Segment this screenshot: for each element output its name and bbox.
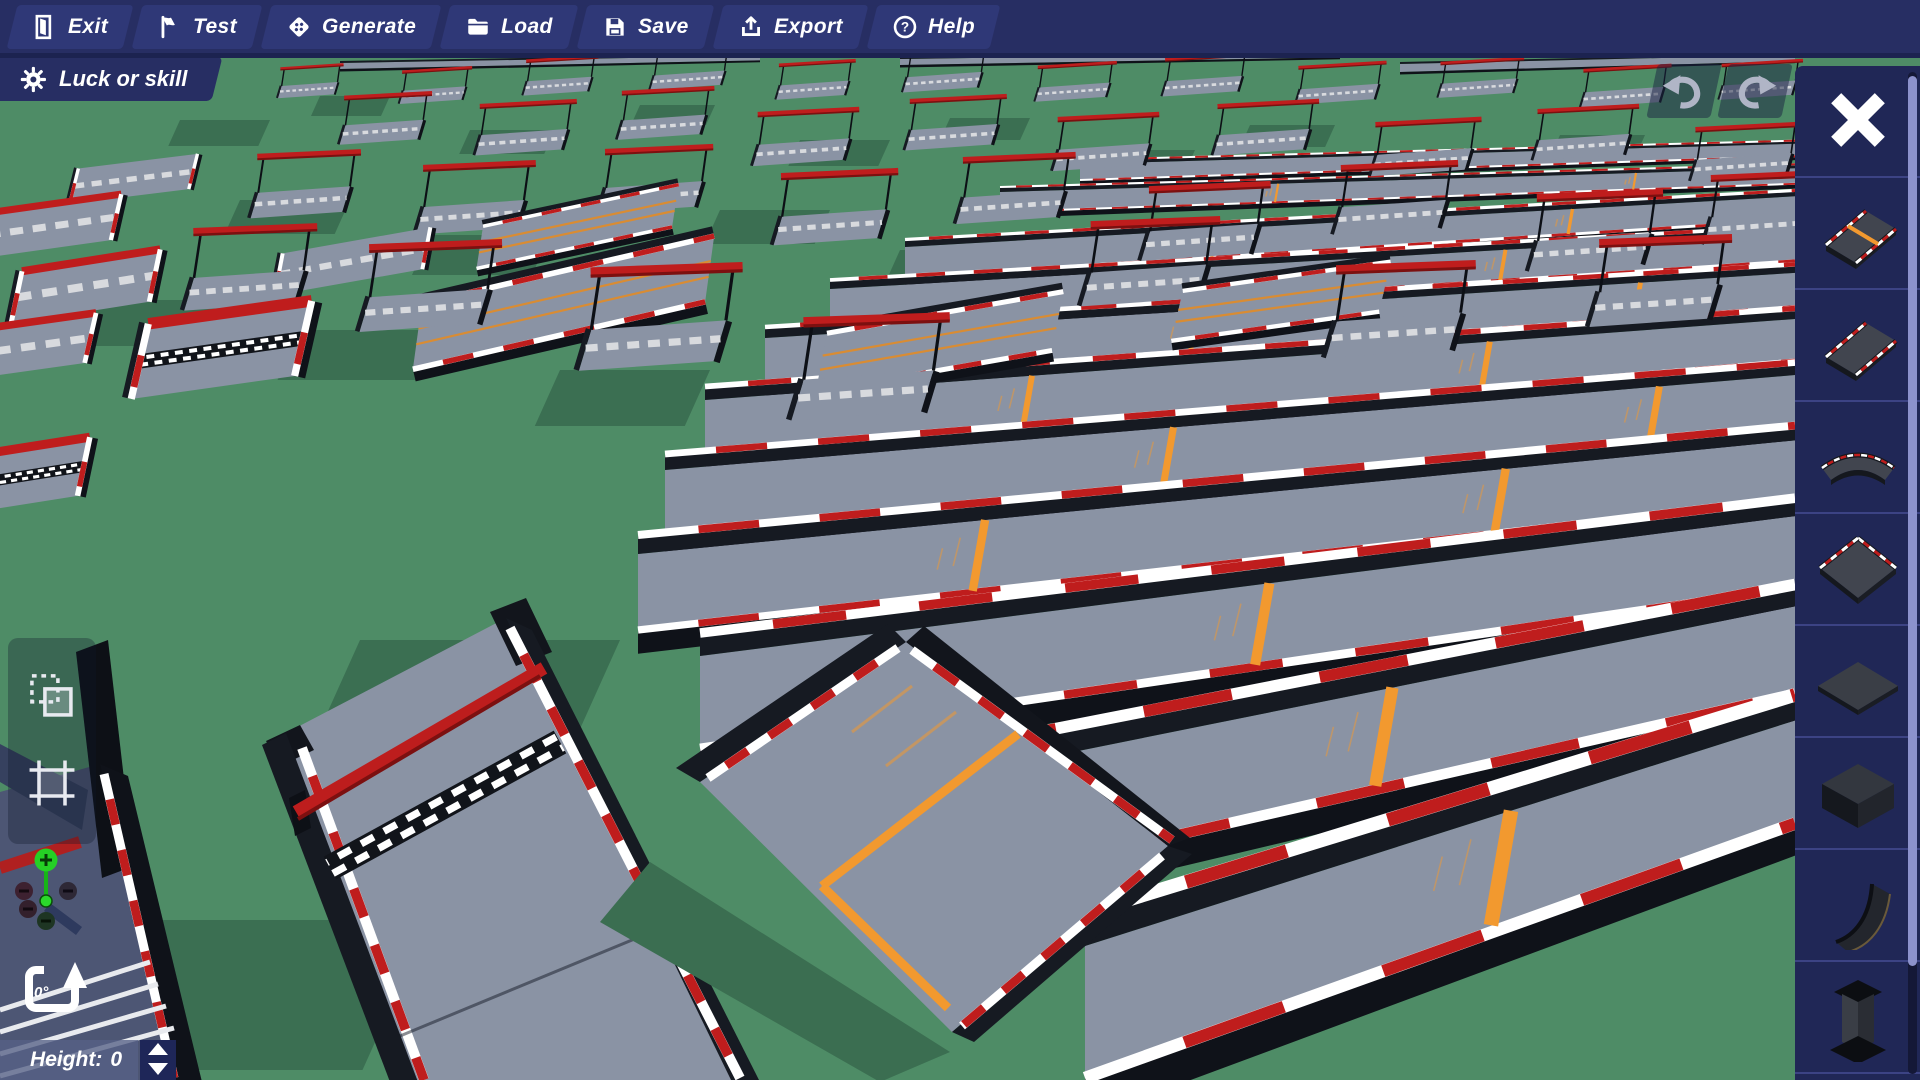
help-icon: ?: [892, 14, 918, 40]
height-bar: Height: 0: [0, 1040, 176, 1080]
door-icon: [32, 14, 58, 40]
piece-palette: [1795, 66, 1920, 1080]
save-button[interactable]: Save: [577, 5, 715, 49]
toolbar-button-label: Save: [638, 15, 689, 39]
undo-arrow-icon: [1661, 71, 1707, 111]
palette-tile-straight[interactable]: [1795, 290, 1920, 402]
palette-tile-ramp-curve[interactable]: [1795, 850, 1920, 962]
palette-tile-pillar[interactable]: [1795, 962, 1920, 1074]
palette-tile-block[interactable]: [1795, 738, 1920, 850]
rotate-piece-button[interactable]: 0°: [14, 948, 92, 1022]
floppy-icon: [602, 14, 628, 40]
flag-icon: [157, 14, 183, 40]
height-value: 0: [110, 1048, 122, 1072]
track-name-label: Luck or skill: [59, 66, 187, 92]
export-icon: [738, 14, 764, 40]
palette-close-button[interactable]: [1795, 66, 1920, 178]
height-stepper[interactable]: [140, 1040, 176, 1080]
tile-diagonal: [1812, 522, 1904, 617]
move-gizmo[interactable]: [8, 845, 88, 942]
test-button[interactable]: Test: [132, 5, 263, 49]
undo-button[interactable]: [1646, 64, 1721, 118]
toolbar-button-label: Test: [193, 15, 237, 39]
history-controls: [1652, 64, 1787, 118]
scene-canvas[interactable]: [0, 0, 1920, 1080]
palette-tile-straight-checkpoint[interactable]: [1795, 178, 1920, 290]
up-down-arrows-icon: [146, 1040, 170, 1080]
track-name-chip[interactable]: Luck or skill: [0, 57, 223, 101]
rotate-arrow-icon: [14, 948, 92, 1022]
export-button[interactable]: Export: [712, 5, 868, 49]
main-toolbar: Exit Test Generate Load Save Export? Help: [0, 0, 1920, 58]
palette-tile-diagonal[interactable]: [1795, 514, 1920, 626]
tile-plate: [1812, 634, 1904, 729]
toolbar-button-label: Load: [501, 15, 553, 39]
help-button[interactable]: ? Help: [866, 5, 1000, 49]
close-icon: [1827, 89, 1889, 154]
dice-icon: [286, 14, 312, 40]
track-editor-window: Exit Test Generate Load Save Export? Help Luck…: [0, 0, 1920, 1080]
palette-scrollbar[interactable]: [1908, 72, 1917, 1074]
duplicate-tool-icon: [26, 670, 78, 725]
toolbar-button-label: Exit: [68, 15, 108, 39]
duplicate-tool-button[interactable]: [26, 670, 78, 725]
svg-text:?: ?: [901, 19, 909, 34]
palette-tile-plate[interactable]: [1795, 626, 1920, 738]
rotation-value: 0°: [34, 984, 48, 1001]
toolbar-button-label: Export: [774, 15, 843, 39]
load-button[interactable]: Load: [440, 5, 579, 49]
redo-button[interactable]: [1717, 64, 1792, 118]
tile-pillar: [1812, 970, 1904, 1065]
tile-block: [1812, 746, 1904, 841]
generate-button[interactable]: Generate: [261, 5, 442, 49]
select-tool-button[interactable]: [26, 757, 78, 812]
tile-straight-checkpoint: [1812, 186, 1904, 281]
folder-icon: [465, 14, 491, 40]
tile-curve: [1812, 410, 1904, 505]
exit-button[interactable]: Exit: [7, 5, 134, 49]
redo-arrow-icon: [1732, 71, 1778, 111]
height-label: Height:: [30, 1048, 102, 1072]
palette-scrollbar-thumb[interactable]: [1908, 76, 1917, 966]
edit-tools-panel: [8, 638, 96, 844]
toolbar-button-label: Help: [928, 15, 975, 39]
toolbar-button-label: Generate: [322, 15, 416, 39]
palette-tile-curve[interactable]: [1795, 402, 1920, 514]
gear-icon: [20, 66, 47, 93]
marquee-select-tool-icon: [26, 757, 78, 812]
tile-straight: [1812, 298, 1904, 393]
tile-ramp-curve: [1812, 858, 1904, 953]
